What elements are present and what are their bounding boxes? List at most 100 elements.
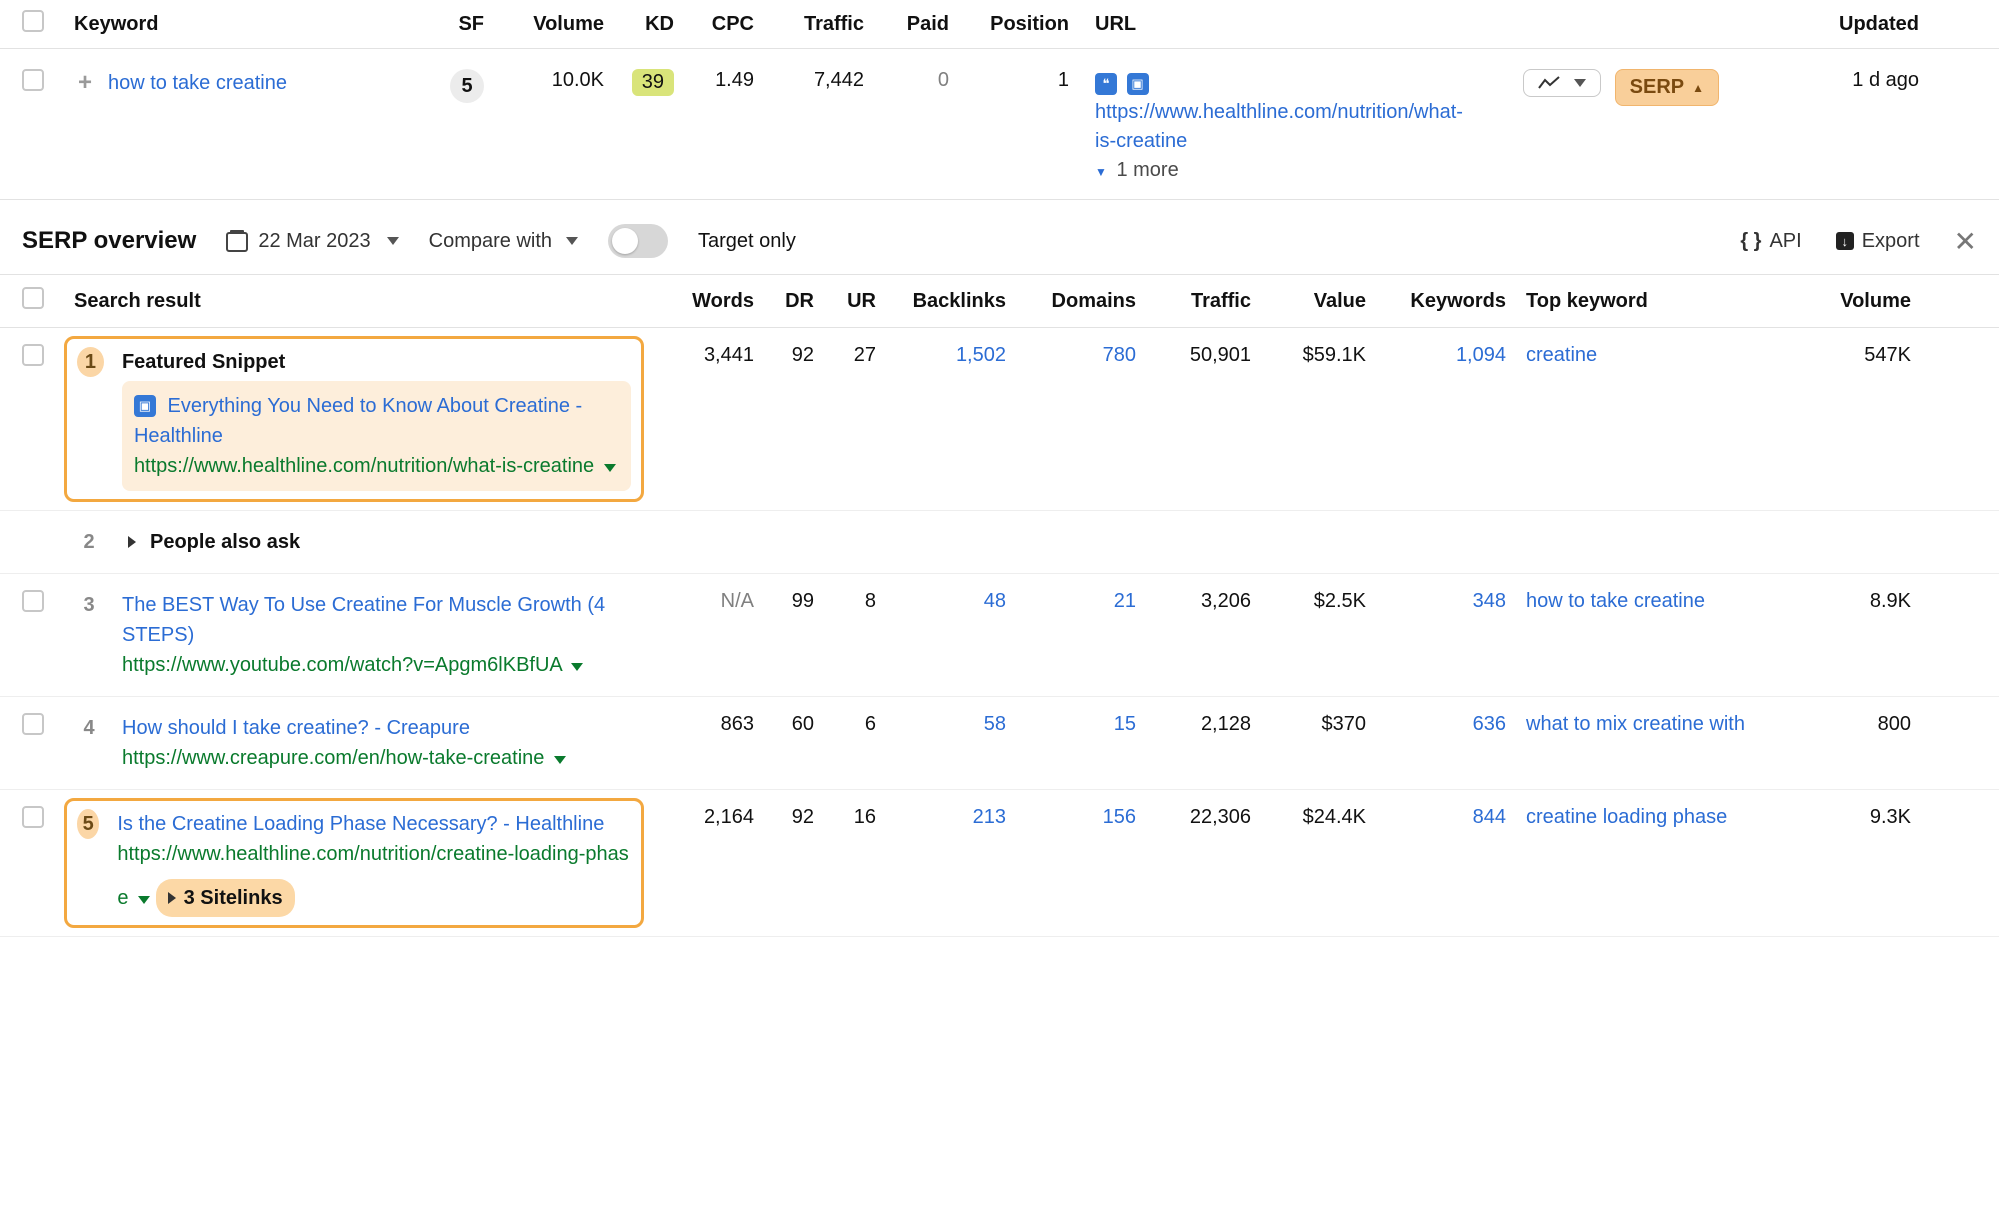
row-checkbox[interactable]	[22, 344, 44, 366]
serp-result-row: 4 How should I take creatine? - Creapure…	[0, 697, 1999, 790]
domains-link[interactable]: 780	[1006, 344, 1136, 367]
result-title-link[interactable]: The BEST Way To Use Creatine For Muscle …	[122, 594, 605, 646]
paid-value: 0	[864, 69, 949, 92]
keyword-table-header: Keyword SF Volume KD CPC Traffic Paid Po…	[0, 0, 1999, 49]
result-url[interactable]: https://www.healthline.com/nutrition/wha…	[134, 455, 594, 477]
col-sf[interactable]: SF	[414, 13, 484, 36]
serp-button[interactable]: SERP ▲	[1615, 69, 1719, 106]
serp-overview-title: SERP overview	[22, 227, 196, 255]
backlinks-link[interactable]: 1,502	[876, 344, 1006, 367]
top-keyword-link[interactable]: creatine	[1526, 344, 1597, 366]
result-title-link[interactable]: Everything You Need to Know About Creati…	[134, 395, 582, 447]
col-search-result[interactable]: Search result	[74, 290, 654, 313]
col-keywords[interactable]: Keywords	[1366, 290, 1506, 313]
more-link[interactable]: 1 more	[1116, 159, 1178, 181]
col-backlinks[interactable]: Backlinks	[876, 290, 1006, 313]
col-position[interactable]: Position	[949, 13, 1069, 36]
volume-value: 547K	[1791, 344, 1911, 367]
keywords-link[interactable]: 348	[1366, 590, 1506, 613]
backlinks-link[interactable]: 58	[876, 713, 1006, 736]
cpc-value: 1.49	[674, 69, 754, 92]
col-cpc[interactable]: CPC	[674, 13, 754, 36]
row-checkbox[interactable]	[22, 69, 44, 91]
compare-label: Compare with	[429, 230, 552, 253]
keywords-link[interactable]: 636	[1366, 713, 1506, 736]
row-checkbox[interactable]	[22, 806, 44, 828]
top-keyword-link[interactable]: creatine loading phase	[1526, 806, 1727, 828]
backlinks-link[interactable]: 48	[876, 590, 1006, 613]
keyword-row: + how to take creatine 5 10.0K 39 1.49 7…	[0, 49, 1999, 200]
export-label: Export	[1862, 230, 1920, 253]
col-top-keyword[interactable]: Top keyword	[1506, 290, 1791, 313]
words-value: 2,164	[654, 806, 754, 829]
select-all-checkbox[interactable]	[22, 10, 44, 32]
api-button[interactable]: { } API	[1740, 230, 1801, 253]
position-badge: 1	[77, 347, 104, 377]
result-title-link[interactable]: Is the Creatine Loading Phase Necessary?…	[117, 813, 604, 835]
add-keyword-icon[interactable]: +	[74, 69, 96, 97]
date-picker[interactable]: 22 Mar 2023	[226, 230, 398, 253]
col-ur[interactable]: UR	[814, 290, 876, 313]
api-label: API	[1769, 230, 1801, 253]
col-updated[interactable]: Updated	[1719, 13, 1919, 36]
sf-badge[interactable]: 5	[450, 69, 484, 103]
volume-value: 8.9K	[1791, 590, 1911, 613]
volume-value: 9.3K	[1791, 806, 1911, 829]
domains-link[interactable]: 15	[1006, 713, 1136, 736]
row-checkbox[interactable]	[22, 590, 44, 612]
export-button[interactable]: Export	[1836, 230, 1920, 253]
keywords-link[interactable]: 1,094	[1366, 344, 1506, 367]
col-volume[interactable]: Volume	[484, 13, 604, 36]
position-badge: 2	[74, 527, 104, 557]
words-value: 3,441	[654, 344, 754, 367]
top-keyword-link[interactable]: what to mix creatine with	[1526, 713, 1745, 735]
chevron-down-icon[interactable]	[554, 756, 566, 764]
result-url[interactable]: https://www.youtube.com/watch?v=Apgm6lKB…	[122, 654, 562, 676]
domains-link[interactable]: 21	[1006, 590, 1136, 613]
col-value[interactable]: Value	[1251, 290, 1366, 313]
chevron-down-icon[interactable]	[138, 896, 150, 904]
col-url[interactable]: URL	[1069, 13, 1459, 36]
col-domains[interactable]: Domains	[1006, 290, 1136, 313]
select-all-results-checkbox[interactable]	[22, 287, 44, 309]
dr-value: 99	[754, 590, 814, 613]
domains-link[interactable]: 156	[1006, 806, 1136, 829]
row-checkbox[interactable]	[22, 713, 44, 735]
traffic-value: 22,306	[1136, 806, 1251, 829]
chevron-down-icon	[1574, 79, 1586, 87]
keywords-link[interactable]: 844	[1366, 806, 1506, 829]
sitelinks-label: 3 Sitelinks	[184, 883, 283, 913]
col-paid[interactable]: Paid	[864, 13, 949, 36]
highlighted-result: 5 Is the Creatine Loading Phase Necessar…	[64, 798, 644, 928]
url-link[interactable]: https://www.healthline.com/nutrition/wha…	[1095, 101, 1463, 152]
keyword-link[interactable]: how to take creatine	[108, 72, 287, 95]
target-only-toggle[interactable]	[608, 224, 668, 258]
expand-icon[interactable]	[128, 536, 136, 548]
chevron-down-icon[interactable]	[571, 663, 583, 671]
chevron-down-icon[interactable]	[604, 464, 616, 472]
value-value: $370	[1251, 713, 1366, 736]
compare-dropdown[interactable]: Compare with	[429, 230, 578, 253]
traffic-value: 2,128	[1136, 713, 1251, 736]
result-title-link[interactable]: How should I take creatine? - Creapure	[122, 717, 470, 739]
more-caret-icon[interactable]: ▼	[1095, 165, 1107, 179]
top-keyword-link[interactable]: how to take creatine	[1526, 590, 1705, 612]
position-badge: 3	[74, 590, 104, 620]
col-volume[interactable]: Volume	[1791, 290, 1911, 313]
target-only-label: Target only	[698, 230, 796, 253]
serp-button-label: SERP	[1630, 76, 1684, 99]
sitelinks-toggle[interactable]: 3 Sitelinks	[156, 879, 295, 917]
backlinks-link[interactable]: 213	[876, 806, 1006, 829]
people-also-ask-label[interactable]: People also ask	[150, 531, 300, 554]
col-words[interactable]: Words	[654, 290, 754, 313]
result-url[interactable]: https://www.creapure.com/en/how-take-cre…	[122, 747, 544, 769]
featured-snippet-label: Featured Snippet	[122, 347, 631, 377]
col-kd[interactable]: KD	[604, 13, 674, 36]
trend-button[interactable]	[1523, 69, 1601, 97]
col-dr[interactable]: DR	[754, 290, 814, 313]
words-value: 863	[654, 713, 754, 736]
col-keyword[interactable]: Keyword	[74, 13, 414, 36]
col-traffic[interactable]: Traffic	[1136, 290, 1251, 313]
close-icon[interactable]: ✕	[1954, 225, 1977, 258]
col-traffic[interactable]: Traffic	[754, 13, 864, 36]
